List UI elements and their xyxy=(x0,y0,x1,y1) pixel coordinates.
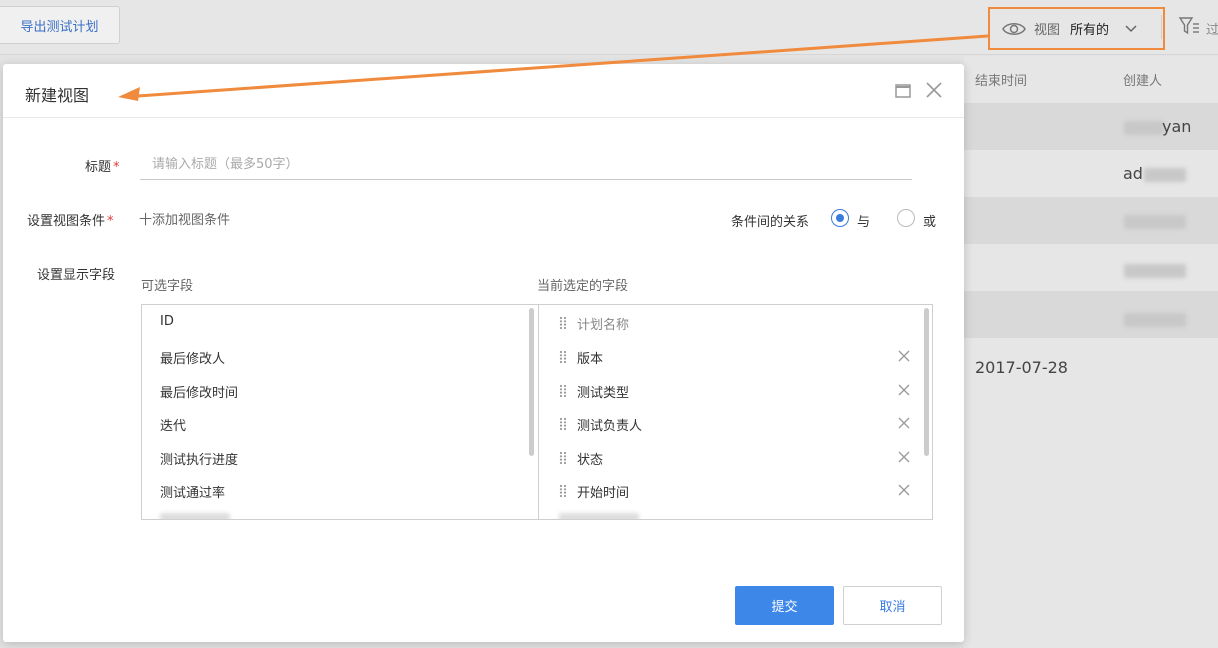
view-selector[interactable]: 视图 所有的 xyxy=(988,7,1165,50)
selected-field-label: 版本 xyxy=(577,352,604,367)
remove-icon[interactable] xyxy=(898,350,910,362)
partial-list-item xyxy=(559,513,639,519)
available-fields-title: 可选字段 xyxy=(141,279,194,294)
list-item[interactable]: 最后修改人 xyxy=(160,348,225,367)
relation-and-radio[interactable] xyxy=(831,209,849,227)
remove-icon[interactable] xyxy=(898,417,910,429)
filter-label[interactable]: 过 xyxy=(1206,19,1218,38)
relation-and-label[interactable]: 与 xyxy=(857,211,870,230)
list-item[interactable]: ID xyxy=(160,314,174,329)
redacted-text xyxy=(1124,264,1186,278)
selected-field-label: 开始时间 xyxy=(577,486,630,501)
column-header-creator: 创建人 xyxy=(1123,74,1163,89)
view-condition-label: 设置视图条件 * xyxy=(27,214,114,229)
available-list-scrollbar[interactable] xyxy=(529,308,534,456)
close-icon[interactable] xyxy=(925,81,943,99)
creator-cell: ad xyxy=(1123,164,1143,183)
filter-icon[interactable] xyxy=(1178,15,1200,37)
table-row[interactable] xyxy=(964,291,1218,338)
top-toolbar: 导出测试计划 视图 所有的 过 xyxy=(0,0,1218,55)
remove-icon[interactable] xyxy=(898,384,910,396)
redacted-text xyxy=(1124,313,1186,327)
redacted-text xyxy=(1124,121,1164,135)
creator-cell: yan xyxy=(1162,117,1192,136)
field-transfer-box: ID 最后修改人 最后修改时间 迭代 测试执行进度 测试通过率 计划名称 版本 xyxy=(141,304,933,520)
selected-field-label: 状态 xyxy=(577,453,604,468)
selected-field-label: 计划名称 xyxy=(577,318,630,333)
list-item[interactable]: 测试通过率 xyxy=(160,482,225,501)
drag-handle-icon[interactable] xyxy=(559,384,567,398)
selected-fields-title: 当前选定的字段 xyxy=(537,279,629,294)
table-row[interactable] xyxy=(964,197,1218,244)
partial-list-item xyxy=(160,513,230,519)
remove-icon[interactable] xyxy=(898,484,910,496)
selected-field-item[interactable]: 状态 xyxy=(559,449,929,469)
chevron-down-icon xyxy=(1125,24,1137,32)
table-row[interactable]: 2017-07-28 xyxy=(964,338,1218,385)
redacted-text xyxy=(1144,168,1186,182)
drag-handle-icon[interactable] xyxy=(559,316,567,330)
drag-handle-icon[interactable] xyxy=(559,484,567,498)
table-row[interactable]: yan xyxy=(964,103,1218,150)
drag-handle-icon[interactable] xyxy=(559,417,567,431)
condition-relation-label: 条件间的关系 xyxy=(731,215,810,230)
test-plan-table: 结束时间 创建人 yan ad 2017-07-28 xyxy=(964,56,1218,648)
maximize-icon[interactable] xyxy=(895,83,911,99)
dialog-title: 新建视图 xyxy=(25,86,90,105)
selected-list-scrollbar[interactable] xyxy=(924,308,929,456)
table-row[interactable]: ad xyxy=(964,150,1218,197)
selected-field-item[interactable]: 测试负责人 xyxy=(559,415,929,435)
selected-field-item[interactable]: 计划名称 xyxy=(559,314,929,334)
remove-icon[interactable] xyxy=(898,451,910,463)
submit-button[interactable]: 提交 xyxy=(735,586,834,625)
view-value: 所有的 xyxy=(1070,23,1110,38)
eye-icon xyxy=(1002,22,1026,35)
add-view-condition-link[interactable]: 十添加视图条件 xyxy=(139,209,230,228)
end-time-cell: 2017-07-28 xyxy=(975,358,1068,377)
list-item[interactable]: 迭代 xyxy=(160,415,186,434)
view-label: 视图 xyxy=(1034,23,1061,38)
display-fields-label: 设置显示字段 xyxy=(37,268,116,283)
redacted-text xyxy=(1124,215,1186,229)
column-header-end-time: 结束时间 xyxy=(975,74,1028,89)
drag-handle-icon[interactable] xyxy=(559,451,567,465)
selected-field-label: 测试负责人 xyxy=(577,419,643,434)
dialog-header: 新建视图 xyxy=(3,64,964,118)
drag-handle-icon[interactable] xyxy=(559,350,567,364)
cancel-button[interactable]: 取消 xyxy=(843,586,942,625)
toolbar-divider xyxy=(1161,15,1162,39)
selected-field-item[interactable]: 版本 xyxy=(559,348,929,368)
list-divider xyxy=(538,305,539,519)
title-label: 标题 * xyxy=(85,160,120,175)
table-row[interactable] xyxy=(964,244,1218,291)
export-test-plan-button[interactable]: 导出测试计划 xyxy=(0,6,120,44)
list-item[interactable]: 测试执行进度 xyxy=(160,449,238,468)
title-input[interactable] xyxy=(140,150,912,180)
selected-field-item[interactable]: 测试类型 xyxy=(559,382,929,402)
relation-or-radio[interactable] xyxy=(897,209,915,227)
selected-field-item[interactable]: 开始时间 xyxy=(559,482,929,502)
list-item[interactable]: 最后修改时间 xyxy=(160,382,238,401)
relation-or-label[interactable]: 或 xyxy=(923,211,936,230)
new-view-dialog: 新建视图 标题* 设置视图条件* 十添加视图条件 条件间的关系 与 或 设置显示… xyxy=(3,64,964,642)
selected-field-label: 测试类型 xyxy=(577,386,630,401)
